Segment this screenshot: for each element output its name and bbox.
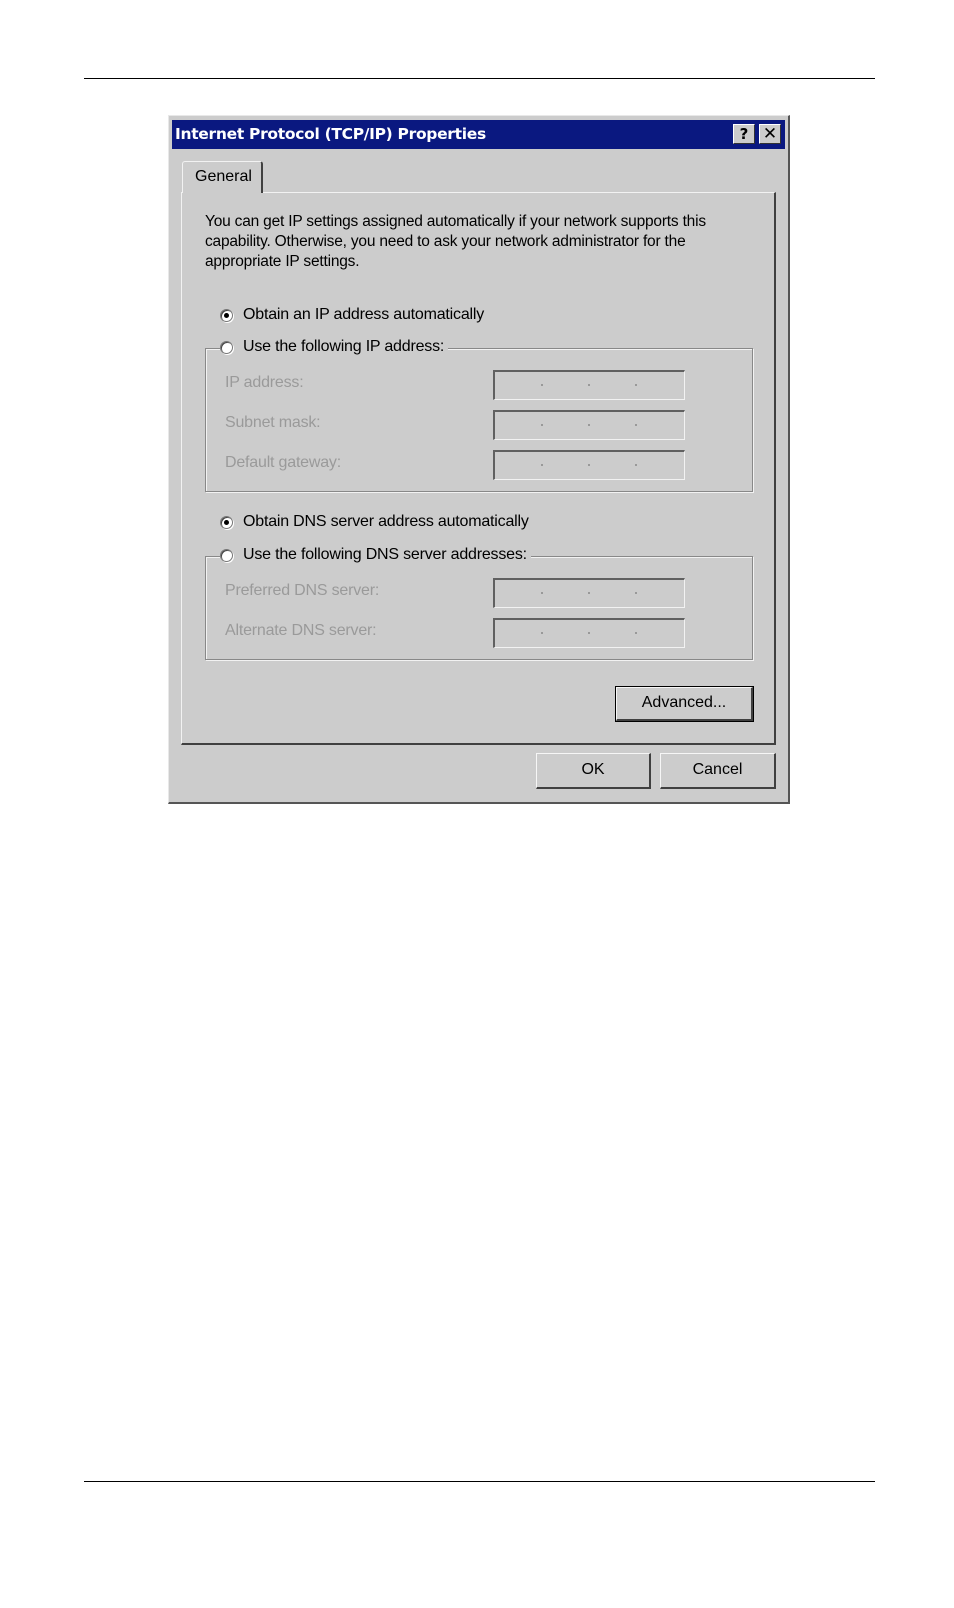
ip-octet-separator: [541, 632, 543, 634]
ip-octet-separator: [635, 384, 637, 386]
help-icon: ?: [739, 125, 749, 143]
preferred-dns-label: Preferred DNS server:: [225, 582, 380, 599]
general-tab-panel: You can get IP settings assigned automat…: [181, 192, 776, 745]
ip-octet-separator: [635, 592, 637, 594]
ip-octet-separator: [541, 592, 543, 594]
ip-address-input[interactable]: [493, 370, 685, 400]
ip-octet-separator: [588, 464, 590, 466]
page-header-rule: [84, 78, 875, 79]
radio-unchecked-icon: [220, 340, 233, 354]
close-icon: ✕: [762, 124, 778, 144]
tab-general-label: General: [195, 168, 252, 185]
advanced-button[interactable]: Advanced...: [615, 686, 754, 722]
obtain-ip-auto-label: Obtain an IP address automatically: [243, 306, 485, 323]
use-following-dns-radio[interactable]: Use the following DNS server addresses:: [220, 546, 531, 564]
obtain-ip-auto-radio[interactable]: Obtain an IP address automatically: [220, 306, 489, 324]
use-following-dns-label: Use the following DNS server addresses:: [243, 546, 527, 563]
ip-octet-separator: [635, 424, 637, 426]
close-button[interactable]: ✕: [759, 124, 781, 144]
ip-octet-separator: [588, 592, 590, 594]
default-gateway-label: Default gateway:: [225, 454, 341, 471]
ip-octet-separator: [635, 464, 637, 466]
dialog-title: Internet Protocol (TCP/IP) Properties: [175, 125, 486, 143]
use-following-ip-radio[interactable]: Use the following IP address:: [220, 338, 449, 356]
ok-button[interactable]: OK: [536, 753, 651, 789]
help-button[interactable]: ?: [733, 124, 755, 144]
obtain-dns-auto-label: Obtain DNS server address automatically: [243, 513, 529, 530]
default-gateway-input[interactable]: [493, 450, 685, 480]
page-footer-rule: [84, 1481, 875, 1482]
radio-checked-icon: [220, 308, 233, 322]
title-bar[interactable]: Internet Protocol (TCP/IP) Properties ? …: [172, 120, 785, 149]
ip-octet-separator: [588, 632, 590, 634]
obtain-dns-auto-radio[interactable]: Obtain DNS server address automatically: [220, 513, 533, 531]
radio-unchecked-icon: [220, 548, 233, 562]
radio-checked-icon: [220, 515, 233, 529]
subnet-mask-label: Subnet mask:: [225, 414, 321, 431]
ip-octet-separator: [588, 384, 590, 386]
alternate-dns-input[interactable]: [493, 618, 685, 648]
preferred-dns-input[interactable]: [493, 578, 685, 608]
subnet-mask-input[interactable]: [493, 410, 685, 440]
ip-address-label: IP address:: [225, 374, 304, 391]
use-following-ip-label: Use the following IP address:: [243, 338, 445, 355]
ip-octet-separator: [588, 424, 590, 426]
ip-octet-separator: [541, 384, 543, 386]
alternate-dns-label: Alternate DNS server:: [225, 622, 377, 639]
ip-octet-separator: [541, 464, 543, 466]
description-text: You can get IP settings assigned automat…: [205, 213, 706, 270]
tab-general[interactable]: General: [182, 161, 263, 193]
ip-octet-separator: [635, 632, 637, 634]
cancel-button[interactable]: Cancel: [660, 753, 776, 789]
tcpip-properties-dialog: Internet Protocol (TCP/IP) Properties ? …: [168, 115, 790, 804]
ip-octet-separator: [541, 424, 543, 426]
